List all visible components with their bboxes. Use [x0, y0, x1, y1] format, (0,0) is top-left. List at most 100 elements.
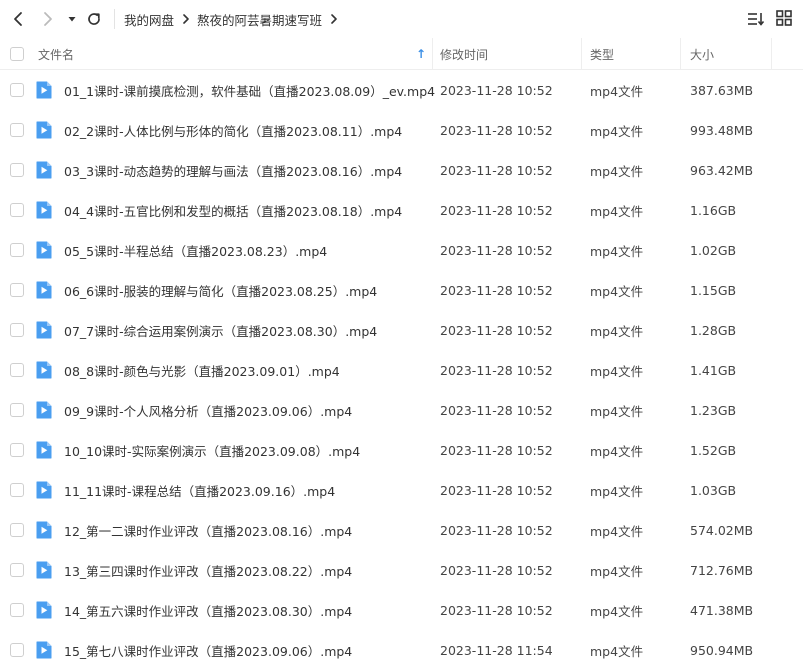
row-checkbox[interactable] [10, 563, 24, 577]
select-all-checkbox[interactable] [10, 47, 24, 61]
file-name[interactable]: 13_第三四课时作业评改（直播2023.08.22）.mp4 [64, 550, 434, 590]
history-dropdown-button[interactable] [62, 7, 82, 31]
file-size: 387.63MB [690, 82, 754, 98]
file-name[interactable]: 09_9课时-个人风格分析（直播2023.09.06）.mp4 [64, 390, 434, 430]
column-header-name-label: 文件名 [38, 47, 75, 62]
file-type: mp4文件 [590, 403, 644, 419]
file-row[interactable]: 11_11课时-课程总结（直播2023.09.16）.mp4 2023-11-28… [0, 470, 803, 510]
file-modified-time: 2023-11-28 10:52 [440, 322, 553, 338]
grid-view-button[interactable] [775, 9, 795, 29]
video-file-icon [35, 520, 53, 540]
breadcrumb-separator-icon [330, 14, 338, 24]
file-name[interactable]: 07_7课时-综合运用案例演示（直播2023.08.30）.mp4 [64, 310, 434, 350]
row-checkbox[interactable] [10, 603, 24, 617]
file-modified-time: 2023-11-28 10:52 [440, 202, 553, 218]
file-modified-time: 2023-11-28 10:52 [440, 362, 553, 378]
file-row[interactable]: 13_第三四课时作业评改（直播2023.08.22）.mp4 2023-11-28… [0, 550, 803, 590]
file-row[interactable]: 08_8课时-颜色与光影（直播2023.09.01）.mp4 2023-11-28… [0, 350, 803, 390]
video-file-icon [35, 480, 53, 500]
row-checkbox[interactable] [10, 443, 24, 457]
file-name[interactable]: 15_第七八课时作业评改（直播2023.09.06）.mp4 [64, 630, 434, 668]
video-file-icon [35, 400, 53, 420]
file-name[interactable]: 11_11课时-课程总结（直播2023.09.16）.mp4 [64, 470, 434, 510]
toolbar: 我的网盘 熬夜的阿芸暑期速写班 [0, 0, 803, 38]
file-row[interactable]: 12_第一二课时作业评改（直播2023.08.16）.mp4 2023-11-28… [0, 510, 803, 550]
row-checkbox[interactable] [10, 363, 24, 377]
video-file-icon [35, 640, 53, 660]
file-modified-time: 2023-11-28 10:52 [440, 282, 553, 298]
file-size: 574.02MB [690, 522, 754, 538]
row-checkbox[interactable] [10, 203, 24, 217]
file-type: mp4文件 [590, 603, 644, 619]
back-button[interactable] [6, 7, 30, 31]
row-checkbox[interactable] [10, 283, 24, 297]
column-header-type[interactable]: 类型 [590, 38, 614, 70]
file-type: mp4文件 [590, 323, 644, 339]
file-row[interactable]: 05_5课时-半程总结（直播2023.08.23）.mp4 2023-11-28 … [0, 230, 803, 270]
column-header-modified[interactable]: 修改时间 [440, 38, 488, 70]
breadcrumb-item-root[interactable]: 我的网盘 [124, 10, 174, 29]
file-modified-time: 2023-11-28 10:52 [440, 482, 553, 498]
file-row[interactable]: 06_6课时-服装的理解与简化（直播2023.08.25）.mp4 2023-11… [0, 270, 803, 310]
column-header-size-label: 大小 [690, 47, 715, 62]
refresh-button[interactable] [82, 7, 106, 31]
file-name[interactable]: 04_4课时-五官比例和发型的概括（直播2023.08.18）.mp4 [64, 190, 434, 230]
file-modified-time: 2023-11-28 10:52 [440, 402, 553, 418]
file-modified-time: 2023-11-28 11:54 [440, 642, 553, 658]
file-modified-time: 2023-11-28 10:52 [440, 562, 553, 578]
video-file-icon [35, 320, 53, 340]
sort-button[interactable] [746, 9, 766, 29]
column-header-modified-label: 修改时间 [440, 47, 489, 62]
file-name[interactable]: 06_6课时-服装的理解与简化（直播2023.08.25）.mp4 [64, 270, 434, 310]
file-name[interactable]: 10_10课时-实际案例演示（直播2023.09.08）.mp4 [64, 430, 434, 470]
column-header-size[interactable]: 大小 [690, 38, 714, 70]
row-checkbox[interactable] [10, 123, 24, 137]
file-size: 1.52GB [690, 442, 737, 458]
file-row[interactable]: 15_第七八课时作业评改（直播2023.09.06）.mp4 2023-11-28… [0, 630, 803, 668]
column-header-name[interactable]: 文件名 [38, 38, 74, 70]
video-file-icon [35, 80, 53, 100]
file-name[interactable]: 01_1课时-课前摸底检测，软件基础（直播2023.08.09）_ev.mp4 [64, 70, 435, 110]
file-row[interactable]: 02_2课时-人体比例与形体的简化（直播2023.08.11）.mp4 2023-… [0, 110, 803, 150]
file-name[interactable]: 08_8课时-颜色与光影（直播2023.09.01）.mp4 [64, 350, 434, 390]
video-file-icon [35, 120, 53, 140]
file-row[interactable]: 07_7课时-综合运用案例演示（直播2023.08.30）.mp4 2023-11… [0, 310, 803, 350]
row-checkbox[interactable] [10, 163, 24, 177]
row-checkbox[interactable] [10, 523, 24, 537]
forward-button[interactable] [36, 7, 60, 31]
video-file-icon [35, 240, 53, 260]
file-row[interactable]: 01_1课时-课前摸底检测，软件基础（直播2023.08.09）_ev.mp4 2… [0, 70, 803, 110]
sort-ascending-icon[interactable]: ↑ [416, 38, 426, 70]
row-checkbox[interactable] [10, 483, 24, 497]
file-modified-time: 2023-11-28 10:52 [440, 162, 553, 178]
chevron-left-icon [11, 11, 25, 27]
file-name[interactable]: 02_2课时-人体比例与形体的简化（直播2023.08.11）.mp4 [64, 110, 434, 150]
file-name[interactable]: 14_第五六课时作业评改（直播2023.08.30）.mp4 [64, 590, 434, 630]
file-browser-window: 我的网盘 熬夜的阿芸暑期速写班 文件名 ↑ 修改时间 类型 大小 01_1课时-… [0, 0, 803, 668]
file-type: mp4文件 [590, 123, 644, 139]
file-name[interactable]: 05_5课时-半程总结（直播2023.08.23）.mp4 [64, 230, 434, 270]
column-header-type-label: 类型 [590, 47, 615, 62]
file-type: mp4文件 [590, 363, 644, 379]
file-size: 1.41GB [690, 362, 737, 378]
file-row[interactable]: 09_9课时-个人风格分析（直播2023.09.06）.mp4 2023-11-2… [0, 390, 803, 430]
file-type: mp4文件 [590, 523, 644, 539]
row-checkbox[interactable] [10, 83, 24, 97]
file-name[interactable]: 03_3课时-动态趋势的理解与画法（直播2023.08.16）.mp4 [64, 150, 434, 190]
file-type: mp4文件 [590, 243, 644, 259]
file-name[interactable]: 12_第一二课时作业评改（直播2023.08.16）.mp4 [64, 510, 434, 550]
row-checkbox[interactable] [10, 323, 24, 337]
row-checkbox[interactable] [10, 403, 24, 417]
breadcrumb-separator-icon [182, 14, 190, 24]
file-row[interactable]: 14_第五六课时作业评改（直播2023.08.30）.mp4 2023-11-28… [0, 590, 803, 630]
file-size: 1.28GB [690, 322, 737, 338]
file-row[interactable]: 03_3课时-动态趋势的理解与画法（直播2023.08.16）.mp4 2023-… [0, 150, 803, 190]
file-type: mp4文件 [590, 163, 644, 179]
row-checkbox[interactable] [10, 243, 24, 257]
row-checkbox[interactable] [10, 643, 24, 657]
file-type: mp4文件 [590, 643, 644, 659]
video-file-icon [35, 360, 53, 380]
file-row[interactable]: 10_10课时-实际案例演示（直播2023.09.08）.mp4 2023-11-… [0, 430, 803, 470]
breadcrumb-item-current[interactable]: 熬夜的阿芸暑期速写班 [197, 10, 322, 29]
file-row[interactable]: 04_4课时-五官比例和发型的概括（直播2023.08.18）.mp4 2023-… [0, 190, 803, 230]
